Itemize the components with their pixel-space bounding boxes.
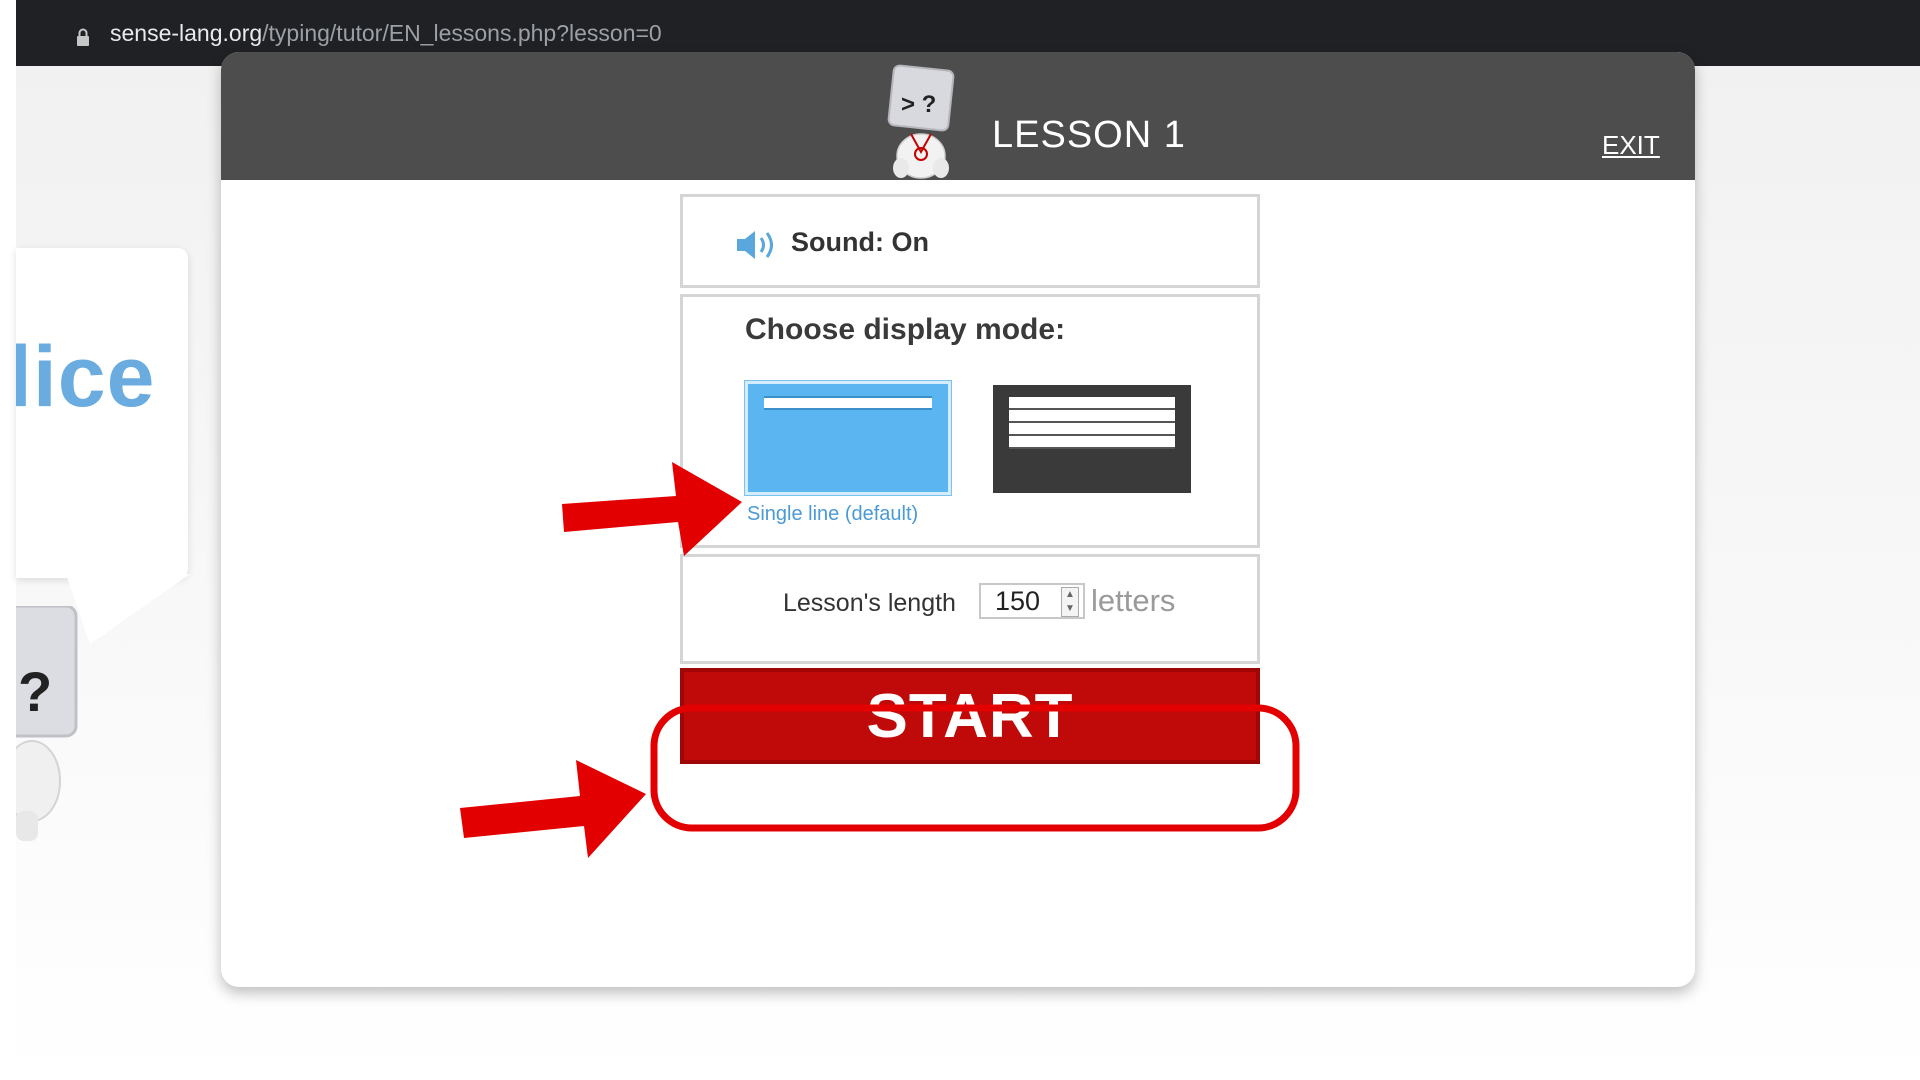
lesson-length-panel: Lesson's length ▲▼ letters	[680, 554, 1260, 664]
sound-label: Sound: On	[791, 227, 929, 257]
spinner-arrows-icon[interactable]: ▲ ▼	[1061, 587, 1079, 617]
single-line-mode-option[interactable]	[744, 380, 952, 496]
start-button[interactable]: START	[680, 668, 1260, 764]
bubble-text: lice	[16, 329, 156, 425]
dialog-header: > ? LESSON 1 EXIT	[221, 52, 1695, 180]
mascot-icon: > ?	[887, 64, 955, 179]
lock-icon	[77, 28, 89, 46]
single-line-caption: Single line (default)	[747, 503, 919, 525]
background-speech-bubble: lice	[16, 248, 188, 578]
exit-link[interactable]: EXIT	[1602, 130, 1660, 161]
single-line-preview	[764, 396, 932, 410]
sound-toggle-panel[interactable]: Sound: On	[680, 194, 1260, 288]
background-mascot-icon: ?	[16, 606, 78, 841]
display-mode-title: Choose display mode:	[745, 313, 1066, 346]
url-domain: sense-lang.org	[110, 19, 263, 46]
lesson-title: LESSON 1	[992, 114, 1186, 156]
header-mascot-glyphs: > ?	[901, 91, 936, 118]
background-mascot-glyph: ?	[18, 660, 52, 723]
lesson-length-unit: letters	[1091, 583, 1176, 618]
url-path: /typing/tutor/EN_lessons.php?lesson=0	[262, 19, 662, 46]
multi-line-preview	[1009, 397, 1175, 449]
lesson-length-label: Lesson's length	[783, 589, 956, 617]
multi-line-mode-option[interactable]	[993, 385, 1191, 493]
lesson-dialog: > ? LESSON 1 EXIT Sound: On Choose displ…	[221, 52, 1695, 987]
display-mode-panel: Choose display mode: Single line (defaul…	[680, 294, 1260, 548]
speaker-icon	[737, 231, 773, 259]
